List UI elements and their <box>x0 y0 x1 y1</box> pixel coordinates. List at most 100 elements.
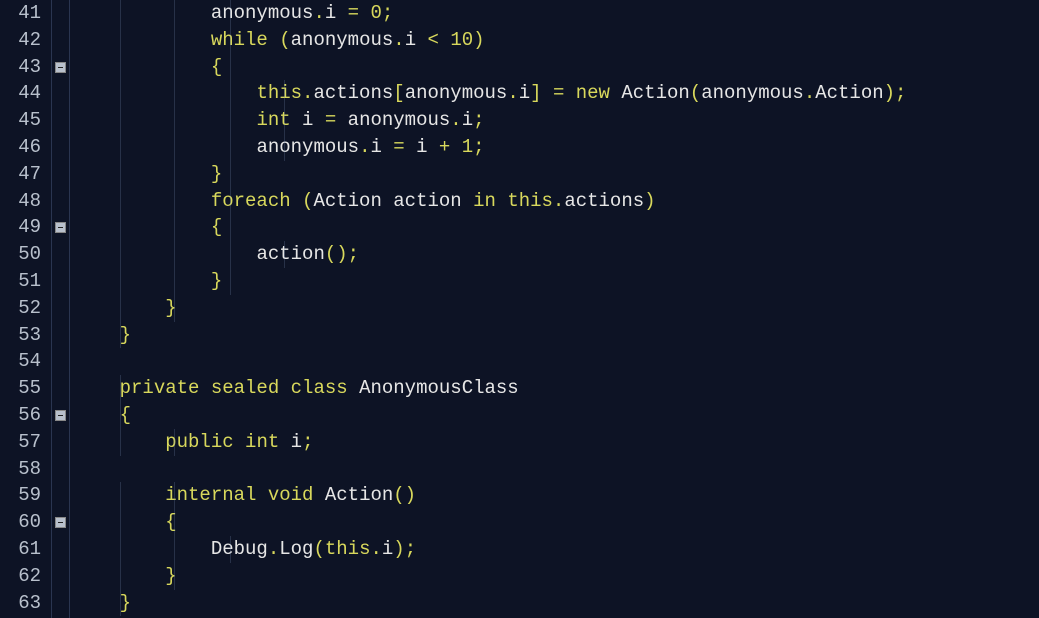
code-line[interactable]: } <box>74 295 1039 322</box>
token: ; <box>473 136 484 158</box>
fold-toggle-icon[interactable] <box>55 62 66 73</box>
indent-guide <box>230 161 231 188</box>
code-line[interactable]: foreach (Action action in this.actions) <box>74 188 1039 215</box>
line-number: 63 <box>8 590 41 617</box>
code-line[interactable]: } <box>74 161 1039 188</box>
code-line[interactable] <box>74 348 1039 375</box>
token: public <box>165 431 245 453</box>
token: ; <box>405 538 416 560</box>
code-line[interactable]: private sealed class AnonymousClass <box>74 375 1039 402</box>
token: } <box>211 270 222 292</box>
fold-toggle-icon[interactable] <box>55 410 66 421</box>
line-number: 48 <box>8 188 41 215</box>
code-line[interactable]: } <box>74 268 1039 295</box>
code-text: anonymous.i = i + 1; <box>74 136 485 158</box>
token: 10 <box>450 29 473 51</box>
token: Action <box>325 484 393 506</box>
code-line[interactable]: { <box>74 509 1039 536</box>
token: i <box>462 109 473 131</box>
indent-guide <box>174 80 175 107</box>
token: ; <box>382 2 393 24</box>
token: anonymous <box>211 2 314 24</box>
indent-guide <box>174 0 175 27</box>
indent-guide <box>174 509 175 536</box>
line-number: 58 <box>8 456 41 483</box>
indent-guide <box>174 161 175 188</box>
token: { <box>120 404 131 426</box>
token: ; <box>473 109 484 131</box>
token: anonymous <box>348 109 451 131</box>
code-line[interactable]: int i = anonymous.i; <box>74 107 1039 134</box>
token: . <box>553 190 564 212</box>
indent-guide <box>230 54 231 81</box>
code-line[interactable]: } <box>74 322 1039 349</box>
code-line[interactable]: internal void Action() <box>74 482 1039 509</box>
indent-guide <box>284 80 285 107</box>
code-text: } <box>74 565 177 587</box>
token: . <box>370 538 381 560</box>
line-number: 59 <box>8 482 41 509</box>
indent-guide <box>174 54 175 81</box>
code-area[interactable]: anonymous.i = 0; while (anonymous.i < 10… <box>70 0 1039 618</box>
code-editor[interactable]: 4142434445464748495051525354555657585960… <box>0 0 1039 618</box>
code-line[interactable]: anonymous.i = 0; <box>74 0 1039 27</box>
fold-column[interactable] <box>52 0 70 618</box>
line-number: 43 <box>8 54 41 81</box>
indent-guide <box>120 107 121 134</box>
indent-guide <box>174 27 175 54</box>
code-text: public int i; <box>74 431 313 453</box>
code-line[interactable]: } <box>74 590 1039 617</box>
token: 1 <box>462 136 473 158</box>
indent-guide <box>230 214 231 241</box>
code-text: private sealed class AnonymousClass <box>74 377 519 399</box>
token: { <box>211 216 222 238</box>
code-line[interactable] <box>74 456 1039 483</box>
token: () <box>393 484 416 506</box>
token: . <box>302 82 313 104</box>
fold-toggle-icon[interactable] <box>55 517 66 528</box>
line-number: 50 <box>8 241 41 268</box>
token: . <box>450 109 461 131</box>
indent-guide <box>120 295 121 322</box>
code-line[interactable]: Debug.Log(this.i); <box>74 536 1039 563</box>
code-line[interactable]: while (anonymous.i < 10) <box>74 27 1039 54</box>
code-text: { <box>74 216 222 238</box>
token: i <box>302 109 325 131</box>
line-number: 44 <box>8 80 41 107</box>
code-line[interactable]: } <box>74 563 1039 590</box>
token: < <box>428 29 451 51</box>
token: . <box>393 29 404 51</box>
token: ; <box>895 82 906 104</box>
code-line[interactable]: this.actions[anonymous.i] = new Action(a… <box>74 80 1039 107</box>
token: . <box>507 82 518 104</box>
indent-guide <box>120 80 121 107</box>
code-line[interactable]: { <box>74 54 1039 81</box>
fold-toggle-icon[interactable] <box>55 222 66 233</box>
code-text: { <box>74 404 131 426</box>
token: ( <box>313 538 324 560</box>
indent-guide <box>120 54 121 81</box>
code-line[interactable]: public int i; <box>74 429 1039 456</box>
code-line[interactable]: anonymous.i = i + 1; <box>74 134 1039 161</box>
token: ( <box>279 29 290 51</box>
token: 0 <box>370 2 381 24</box>
token: = <box>393 136 416 158</box>
indent-guide <box>120 134 121 161</box>
token: ( <box>690 82 701 104</box>
indent-guide <box>120 241 121 268</box>
token: = <box>325 109 348 131</box>
token: this <box>507 190 553 212</box>
indent-guide <box>174 482 175 509</box>
code-text: { <box>74 56 222 78</box>
code-line[interactable]: action(); <box>74 241 1039 268</box>
token: = <box>553 82 576 104</box>
code-text: action(); <box>74 243 359 265</box>
code-line[interactable]: { <box>74 214 1039 241</box>
code-line[interactable]: { <box>74 402 1039 429</box>
indent-guide <box>120 27 121 54</box>
indent-guide <box>120 188 121 215</box>
token: ; <box>348 243 359 265</box>
line-number: 54 <box>8 348 41 375</box>
line-number: 62 <box>8 563 41 590</box>
indent-guide <box>284 107 285 134</box>
